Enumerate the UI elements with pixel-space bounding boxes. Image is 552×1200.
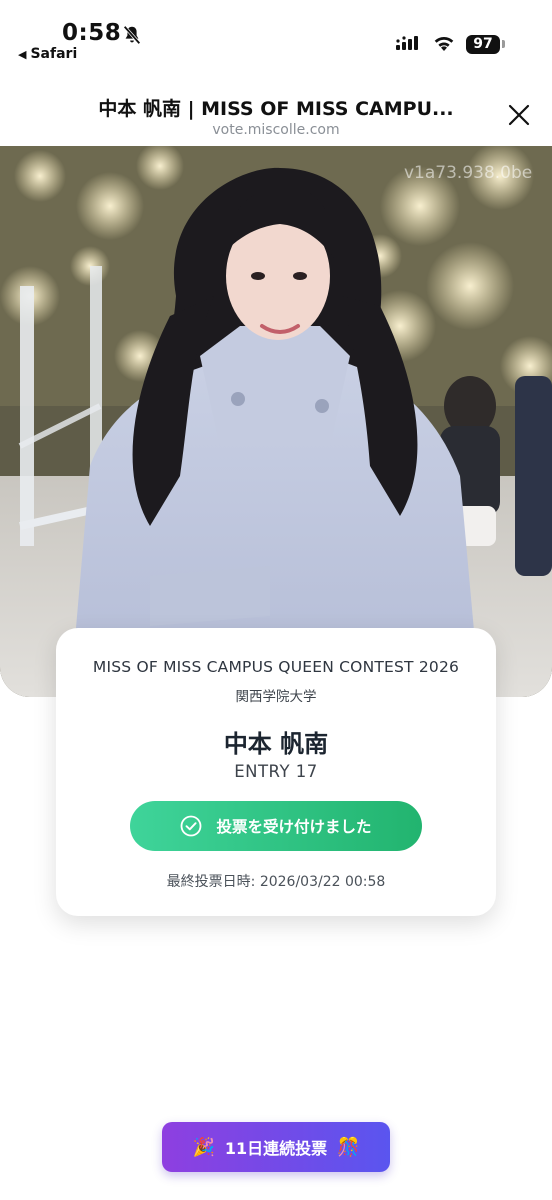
back-to-app-link[interactable]: ◀ Safari [18,46,77,62]
check-circle-icon [181,815,202,837]
page-url: vote.miscolle.com [212,122,340,138]
candidate-card: MISS OF MISS CAMPUS QUEEN CONTEST 2026 関… [56,628,496,916]
status-bar: 0:58 ◀ Safari 97 [0,0,552,70]
battery-nub [502,40,505,48]
back-triangle-icon: ◀ [18,48,27,61]
vote-accepted-button[interactable]: 投票を受け付けました [130,801,422,851]
close-icon[interactable] [504,100,534,130]
status-time: 0:58 [62,20,122,46]
signal-icon [396,36,418,50]
candidate-name: 中本 帆南 [223,730,329,758]
page-title: 中本 帆南 | MISS OF MISS CAMPU... [98,98,454,120]
last-vote-datetime: 最終投票日時: 2026/03/22 00:58 [166,874,386,890]
vote-streak-button[interactable]: 🎉 11日連続投票 🎊 [162,1122,390,1172]
vote-accepted-label: 投票を受け付けました [216,818,372,836]
candidate-photo: v1a73.938.0be v1a73.938.0be [0,146,552,697]
back-app-label: Safari [30,46,78,62]
wifi-icon [434,36,454,51]
party-popper-icon: 🎉 [192,1136,215,1158]
photo-watermark-top: v1a73.938.0be [404,163,533,183]
page-header: 中本 帆南 | MISS OF MISS CAMPU... vote.misco… [0,80,552,144]
bell-slash-icon [123,25,141,45]
contest-name: MISS OF MISS CAMPUS QUEEN CONTEST 2026 [92,658,460,676]
vote-streak-label: 11日連続投票 [224,1139,328,1158]
university-name: 関西学院大学 [235,689,317,705]
battery-indicator: 97 [466,35,500,54]
entry-number: ENTRY 17 [234,762,318,781]
confetti-ball-icon: 🎊 [337,1136,360,1158]
photo-illustration [0,146,552,697]
